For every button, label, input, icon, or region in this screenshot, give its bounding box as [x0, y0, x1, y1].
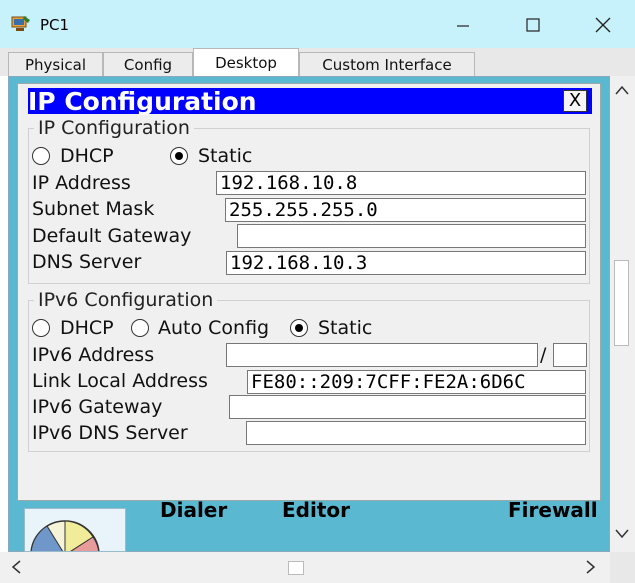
ipv6-dns-server-label: IPv6 DNS Server	[32, 422, 188, 444]
subnet-mask-field[interactable]: 255.255.255.0	[225, 198, 586, 222]
tab-desktop[interactable]: Desktop	[193, 48, 299, 76]
ipv6-prefix-length-field[interactable]	[553, 343, 587, 367]
ipv6-dhcp-label[interactable]: DHCP	[60, 317, 114, 339]
scroll-right-icon[interactable]	[585, 559, 597, 579]
ip-address-field[interactable]: 192.168.10.8	[216, 171, 586, 195]
scroll-up-icon[interactable]	[614, 84, 630, 100]
vertical-scrollbar[interactable]	[610, 76, 635, 552]
ipv4-dhcp-radio[interactable]	[32, 147, 50, 165]
ipv6-dhcp-radio[interactable]	[32, 319, 50, 337]
ipv6-address-field[interactable]	[226, 343, 538, 367]
vertical-scroll-thumb[interactable]	[614, 260, 629, 346]
subnet-mask-label: Subnet Mask	[32, 198, 155, 220]
ipv6-gateway-label: IPv6 Gateway	[32, 396, 163, 418]
ipv6-dns-server-field[interactable]	[246, 421, 586, 445]
tab-config[interactable]: Config	[103, 52, 193, 76]
ip-address-label: IP Address	[32, 172, 131, 194]
ipv6-address-label: IPv6 Address	[32, 344, 155, 366]
scroll-left-icon[interactable]	[10, 559, 22, 579]
horizontal-scrollbar[interactable]	[0, 552, 610, 583]
ipv6-static-radio[interactable]	[290, 319, 308, 337]
firewall-app-label[interactable]: Firewall	[508, 498, 598, 522]
close-icon	[595, 17, 611, 33]
window-titlebar[interactable]: PC1	[0, 0, 635, 48]
ipv4-group-title: IP Configuration	[34, 117, 194, 139]
app-icon-tile[interactable]	[24, 508, 126, 552]
ipv4-static-label[interactable]: Static	[198, 145, 252, 167]
dns-server-label: DNS Server	[32, 251, 142, 273]
tab-custom-interface[interactable]: Custom Interface	[299, 52, 475, 76]
ipv4-dhcp-label[interactable]: DHCP	[60, 145, 114, 167]
editor-app-label[interactable]: Editor	[282, 498, 350, 522]
ipv6-group-title: IPv6 Configuration	[34, 289, 218, 311]
maximize-icon	[526, 18, 540, 32]
tab-physical[interactable]: Physical	[8, 52, 103, 76]
ipv6-auto-config-label[interactable]: Auto Config	[158, 317, 269, 339]
dialer-app-label[interactable]: Dialer	[160, 498, 227, 522]
maximize-button[interactable]	[510, 8, 556, 42]
scrollbar-corner	[610, 552, 635, 583]
ipv6-static-label[interactable]: Static	[318, 317, 372, 339]
close-window-button[interactable]	[580, 8, 626, 42]
packet-tracer-pc-icon	[11, 16, 30, 31]
window-title: PC1	[40, 16, 70, 34]
default-gateway-label: Default Gateway	[32, 225, 192, 247]
link-local-address-label: Link Local Address	[32, 370, 208, 392]
ipv6-auto-config-radio[interactable]	[131, 319, 149, 337]
link-local-address-field[interactable]: FE80::209:7CFF:FE2A:6D6C	[247, 370, 586, 394]
pie-chart-icon	[30, 520, 100, 551]
minimize-button[interactable]	[440, 8, 486, 42]
minimize-icon	[457, 25, 469, 27]
dialog-close-button[interactable]: X	[563, 90, 587, 112]
prefix-separator: /	[540, 344, 547, 366]
dialog-header: IP Configuration X	[28, 87, 592, 116]
tab-bar: Physical Config Desktop Custom Interface	[0, 48, 635, 76]
dns-server-field[interactable]: 192.168.10.3	[226, 251, 586, 275]
horizontal-scroll-thumb[interactable]	[288, 561, 304, 575]
ipv4-static-radio[interactable]	[170, 147, 188, 165]
scroll-down-icon[interactable]	[614, 528, 630, 544]
default-gateway-field[interactable]	[237, 224, 586, 248]
ipv6-gateway-field[interactable]	[229, 395, 586, 419]
dialog-title: IP Configuration	[28, 87, 257, 116]
